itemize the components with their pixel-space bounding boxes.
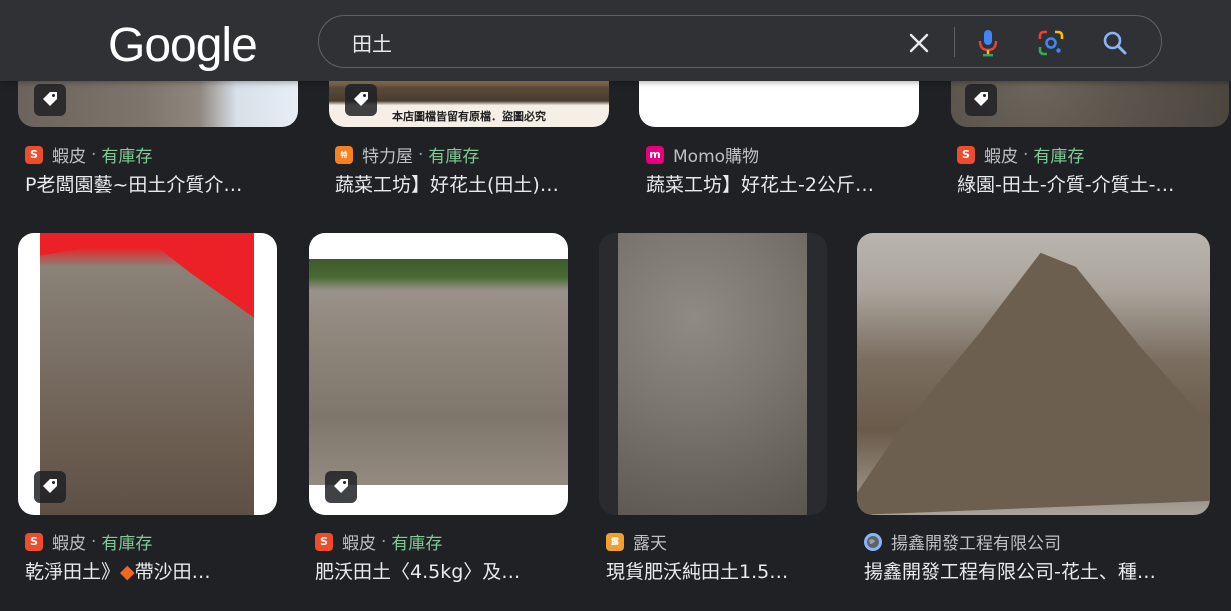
shopee-icon: S <box>315 532 333 551</box>
result-source[interactable]: S 蝦皮 · 有庫存 <box>957 142 1084 167</box>
result-source[interactable]: 特 特力屋 · 有庫存 <box>335 142 479 167</box>
ruten-icon: 露 <box>606 532 624 551</box>
result-title[interactable]: 蔬菜工坊】好花土(田土)… <box>335 170 603 197</box>
result-source[interactable]: m Momo購物 <box>646 142 759 167</box>
shopee-icon: S <box>957 145 975 164</box>
result-title[interactable]: 現貨肥沃純田土1.5… <box>606 557 824 584</box>
diamond-icon: ◆ <box>120 561 135 583</box>
search-box <box>318 15 1162 68</box>
result-title[interactable]: 揚鑫開發工程有限公司-花土、種… <box>864 557 1210 584</box>
microphone-icon <box>978 30 998 57</box>
camera-lens-icon <box>1038 30 1064 56</box>
result-title[interactable]: 肥沃田土〈4.5kg〉及… <box>315 557 563 584</box>
result-title[interactable]: P老闆園藝~田土介質介… <box>25 170 293 197</box>
result-source[interactable]: 揚鑫開發工程有限公司 <box>864 529 1061 554</box>
shopee-icon: S <box>25 145 43 164</box>
google-logo[interactable]: Google <box>108 18 258 74</box>
result-image[interactable] <box>309 233 568 515</box>
trplus-icon: 特 <box>335 145 353 164</box>
shopee-icon: S <box>25 532 43 551</box>
result-source[interactable]: S 蝦皮 · 有庫存 <box>315 529 442 554</box>
product-tag-icon <box>34 471 66 503</box>
result-source[interactable]: 露 露天 <box>606 529 667 554</box>
search-divider <box>954 27 955 57</box>
result-image[interactable] <box>857 233 1210 515</box>
result-image[interactable] <box>18 233 277 515</box>
momo-icon: m <box>646 145 664 164</box>
globe-icon <box>864 532 882 551</box>
result-source[interactable]: S 蝦皮 · 有庫存 <box>25 142 152 167</box>
result-title[interactable]: 蔬菜工坊】好花土-2公斤… <box>646 170 914 197</box>
result-title[interactable]: 綠園-田土-介質-介質土-… <box>957 170 1223 197</box>
product-tag-icon <box>965 84 997 116</box>
result-title[interactable]: 乾淨田土》◆帶沙田… <box>25 557 273 584</box>
product-tag-icon <box>34 84 66 116</box>
search-submit-button[interactable] <box>1098 26 1132 60</box>
search-header: Google <box>0 0 1231 81</box>
product-tag-icon <box>325 471 357 503</box>
lens-button[interactable] <box>1034 26 1068 60</box>
result-source[interactable]: S 蝦皮 · 有庫存 <box>25 529 152 554</box>
close-icon <box>909 33 929 53</box>
product-tag-icon <box>345 84 377 116</box>
search-icon <box>1103 31 1127 55</box>
search-input[interactable] <box>352 26 872 58</box>
clear-button[interactable] <box>902 26 936 60</box>
result-image[interactable] <box>599 233 827 515</box>
voice-search-button[interactable] <box>971 26 1005 60</box>
